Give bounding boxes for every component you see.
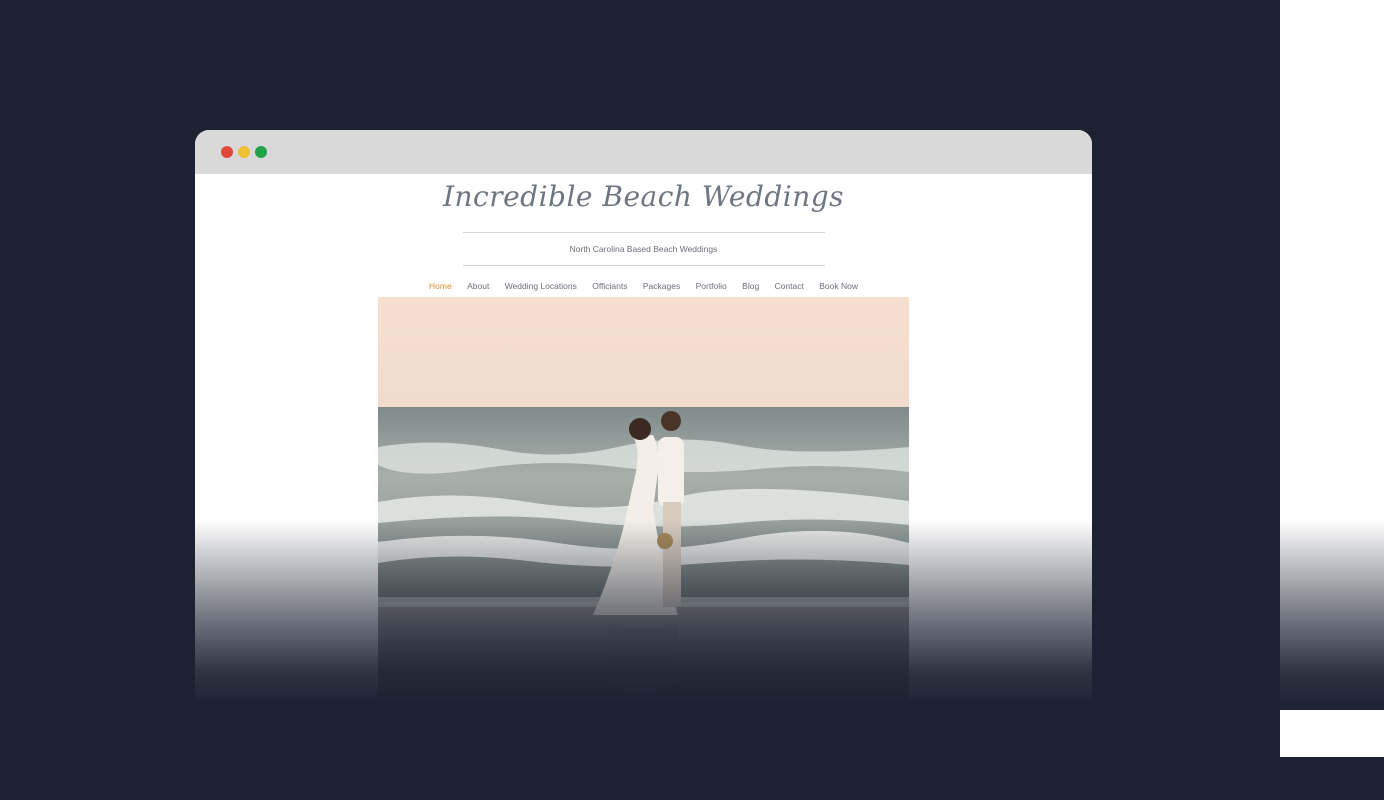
site-tagline: North Carolina Based Beach Weddings [569,244,718,254]
background-panel [1280,0,1384,757]
nav-item-book-now[interactable]: Book Now [819,281,858,291]
background-panel [0,700,1280,800]
nav-item-packages[interactable]: Packages [643,281,680,291]
browser-window: Incredible Beach Weddings North Carolina… [195,130,1092,730]
site-title[interactable]: Incredible Beach Weddings [195,180,1092,213]
nav-item-portfolio[interactable]: Portfolio [696,281,727,291]
nav-item-officiants[interactable]: Officiants [592,281,627,291]
close-dot-icon[interactable] [221,146,233,158]
nav-item-home[interactable]: Home [429,281,452,291]
divider [463,232,825,233]
minimize-dot-icon[interactable] [238,146,250,158]
nav-item-contact[interactable]: Contact [775,281,804,291]
nav-item-about[interactable]: About [467,281,489,291]
maximize-dot-icon[interactable] [255,146,267,158]
hero-image [378,297,909,730]
divider [463,265,825,266]
main-nav: Home About Wedding Locations Officiants … [195,281,1092,291]
nav-item-blog[interactable]: Blog [742,281,759,291]
beach-wedding-photo [378,297,909,730]
browser-titlebar [195,130,1092,174]
nav-item-wedding-locations[interactable]: Wedding Locations [505,281,577,291]
